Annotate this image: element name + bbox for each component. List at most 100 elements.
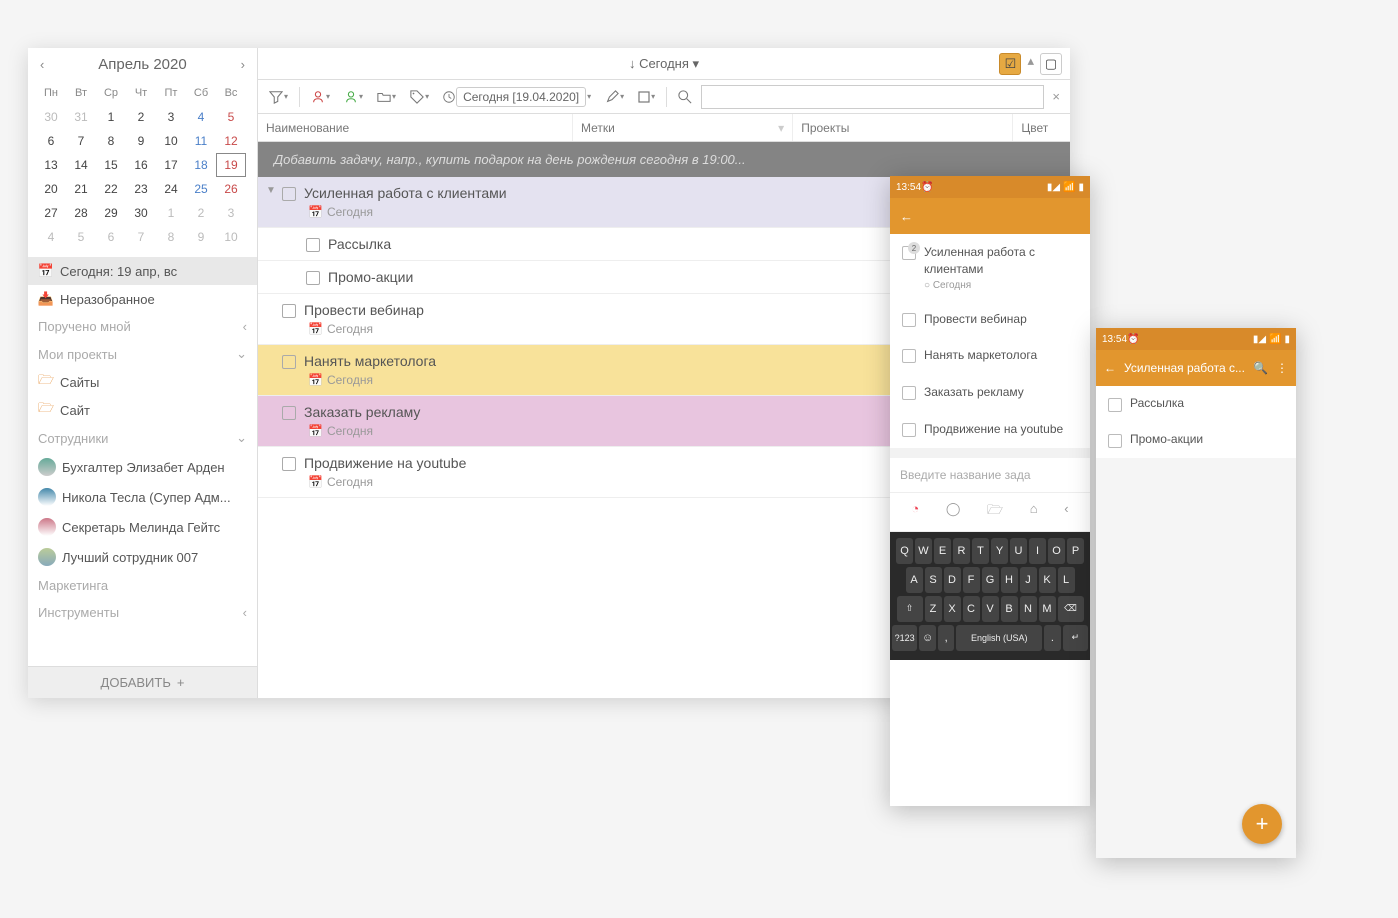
col-tags[interactable]: Метки▾ bbox=[573, 114, 793, 141]
m-task[interactable]: Провести вебинар bbox=[890, 301, 1090, 338]
search-icon[interactable] bbox=[673, 87, 697, 107]
cal-day[interactable]: 23 bbox=[126, 177, 156, 201]
cal-day[interactable]: 3 bbox=[216, 201, 246, 225]
m-task[interactable]: Заказать рекламу bbox=[890, 374, 1090, 411]
side-marketing[interactable]: Маркетинга bbox=[28, 572, 257, 599]
key[interactable]: U bbox=[1010, 538, 1027, 564]
cal-day[interactable]: 21 bbox=[66, 177, 96, 201]
user-minus-icon[interactable]: ▾ bbox=[306, 87, 335, 107]
checkbox[interactable] bbox=[902, 313, 916, 327]
cal-day[interactable]: 14 bbox=[66, 153, 96, 177]
cal-day[interactable]: 31 bbox=[66, 105, 96, 129]
key[interactable]: A bbox=[906, 567, 923, 593]
cal-day[interactable]: 17 bbox=[156, 153, 186, 177]
search-input[interactable] bbox=[701, 85, 1044, 109]
cal-day[interactable]: 1 bbox=[96, 105, 126, 129]
cal-day[interactable]: 4 bbox=[36, 225, 66, 249]
cal-day[interactable]: 9 bbox=[126, 129, 156, 153]
cal-day[interactable]: 13 bbox=[36, 153, 66, 177]
user-icon[interactable]: ◯ bbox=[946, 501, 961, 523]
cal-day[interactable]: 7 bbox=[66, 129, 96, 153]
key[interactable]: Y bbox=[991, 538, 1008, 564]
cal-day[interactable]: 25 bbox=[186, 177, 216, 201]
symbols-key[interactable]: ?123 bbox=[892, 625, 917, 651]
key[interactable]: K bbox=[1039, 567, 1056, 593]
cal-day[interactable]: 11 bbox=[186, 129, 216, 153]
key[interactable]: F bbox=[963, 567, 980, 593]
side-site[interactable]: 🗁Сайт bbox=[28, 396, 257, 424]
key[interactable]: I bbox=[1029, 538, 1046, 564]
search-icon[interactable]: 🔍 bbox=[1253, 361, 1268, 375]
key[interactable]: V bbox=[982, 596, 999, 622]
key[interactable]: H bbox=[1001, 567, 1018, 593]
tag-icon[interactable]: ▾ bbox=[405, 87, 434, 107]
key[interactable]: X bbox=[944, 596, 961, 622]
cal-day[interactable]: 7 bbox=[126, 225, 156, 249]
checkbox[interactable] bbox=[1108, 398, 1122, 412]
checkbox[interactable] bbox=[282, 304, 296, 318]
back-icon[interactable]: ← bbox=[900, 209, 913, 224]
side-sites[interactable]: 🗁Сайты bbox=[28, 368, 257, 396]
sidebar-add-button[interactable]: ДОБАВИТЬ+ bbox=[28, 666, 257, 698]
cal-day[interactable]: 18 bbox=[186, 153, 216, 177]
key[interactable]: S bbox=[925, 567, 942, 593]
checkbox[interactable] bbox=[282, 457, 296, 471]
cal-day[interactable]: 20 bbox=[36, 177, 66, 201]
key[interactable]: B bbox=[1001, 596, 1018, 622]
side-employees[interactable]: Сотрудники⌄ bbox=[28, 424, 257, 452]
m-task[interactable]: Усиленная работа с клиентами○ Сегодня bbox=[890, 234, 1090, 301]
checkbox[interactable] bbox=[306, 238, 320, 252]
cal-day[interactable]: 10 bbox=[216, 225, 246, 249]
checkbox[interactable] bbox=[306, 271, 320, 285]
cal-prev[interactable]: ‹ bbox=[40, 57, 44, 72]
m-task[interactable]: Промо-акции bbox=[1096, 422, 1296, 458]
side-assigned[interactable]: Поручено мной‹ bbox=[28, 313, 257, 340]
col-name[interactable]: Наименование bbox=[258, 114, 573, 141]
cal-day[interactable]: 30 bbox=[126, 201, 156, 225]
m-task[interactable]: Нанять маркетолога bbox=[890, 337, 1090, 374]
cal-day[interactable]: 8 bbox=[156, 225, 186, 249]
view-title[interactable]: ↓ Сегодня ▾ bbox=[629, 56, 699, 72]
cal-day[interactable]: 27 bbox=[36, 201, 66, 225]
key[interactable]: T bbox=[972, 538, 989, 564]
checkbox[interactable] bbox=[282, 187, 296, 201]
tag-icon[interactable]: ⌂ bbox=[1030, 501, 1038, 523]
side-inbox[interactable]: 📥Неразобранное bbox=[28, 285, 257, 313]
checkbox[interactable] bbox=[1108, 434, 1122, 448]
cal-next[interactable]: › bbox=[241, 57, 245, 72]
side-emp1[interactable]: Бухгалтер Элизабет Арден bbox=[28, 452, 257, 482]
cal-day[interactable]: 1 bbox=[156, 201, 186, 225]
cal-day[interactable]: 12 bbox=[216, 129, 246, 153]
checkbox[interactable] bbox=[282, 355, 296, 369]
key[interactable]: L bbox=[1058, 567, 1075, 593]
key[interactable]: N bbox=[1020, 596, 1037, 622]
key[interactable]: P bbox=[1067, 538, 1084, 564]
folder-icon[interactable]: 🗁 bbox=[987, 501, 1003, 523]
date-filter[interactable]: Сегодня [19.04.2020]▾ bbox=[438, 84, 596, 110]
mobile-task-input[interactable]: Введите название зада bbox=[890, 458, 1090, 492]
add-task-input[interactable]: Добавить задачу, напр., купить подарок н… bbox=[258, 142, 1070, 177]
cal-day[interactable]: 28 bbox=[66, 201, 96, 225]
enter-key[interactable]: ↵ bbox=[1063, 625, 1088, 651]
cal-day[interactable]: 19 bbox=[216, 153, 246, 177]
m-task[interactable]: Рассылка bbox=[1096, 386, 1296, 422]
side-emp4[interactable]: Лучший сотрудник 007 bbox=[28, 542, 257, 572]
cal-day[interactable]: 5 bbox=[216, 105, 246, 129]
checkbox-view-icon[interactable]: ☑ bbox=[999, 53, 1021, 75]
brush-icon[interactable]: ▾ bbox=[600, 87, 629, 107]
cal-day[interactable]: 15 bbox=[96, 153, 126, 177]
side-today[interactable]: 📅Сегодня: 19 апр, вс bbox=[28, 257, 257, 285]
user-plus-icon[interactable]: ▾ bbox=[339, 87, 368, 107]
checkbox[interactable] bbox=[902, 349, 916, 363]
key[interactable]: R bbox=[953, 538, 970, 564]
key[interactable]: Q bbox=[896, 538, 913, 564]
expand-icon[interactable]: ▴ bbox=[1027, 53, 1034, 75]
cal-day[interactable]: 2 bbox=[186, 201, 216, 225]
key[interactable]: E bbox=[934, 538, 951, 564]
cal-day[interactable]: 5 bbox=[66, 225, 96, 249]
cal-day[interactable]: 4 bbox=[186, 105, 216, 129]
cal-day[interactable]: 6 bbox=[36, 129, 66, 153]
side-tools[interactable]: Инструменты‹ bbox=[28, 599, 257, 626]
more-icon[interactable]: ‹ bbox=[1064, 501, 1068, 523]
key[interactable]: D bbox=[944, 567, 961, 593]
